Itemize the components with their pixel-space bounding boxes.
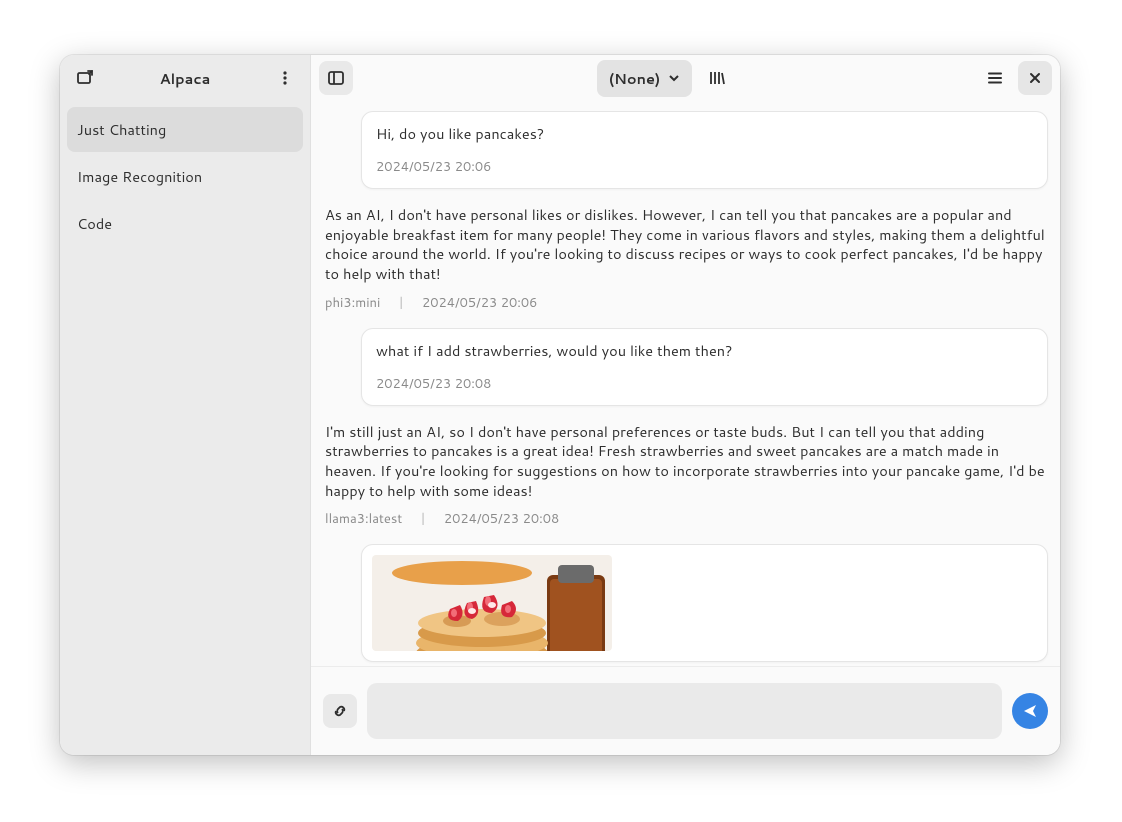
user-image-message	[361, 544, 1048, 662]
panel-left-icon	[327, 69, 345, 87]
user-message: Hi, do you like pancakes? 2024/05/23 20:…	[361, 111, 1048, 189]
new-chat-button[interactable]	[68, 61, 102, 95]
message-text: what if I add strawberries, would you li…	[376, 341, 1033, 361]
chat-scroll-area[interactable]: Hi, do you like pancakes? 2024/05/23 20:…	[311, 101, 1060, 666]
message-text: As an AI, I don't have personal likes or…	[325, 205, 1046, 283]
message-timestamp: 2024/05/23 20:08	[444, 510, 559, 528]
send-button[interactable]	[1012, 693, 1048, 729]
chevron-down-icon	[668, 72, 680, 84]
app-window: Alpaca Just Chatting Image Recognition C…	[60, 55, 1060, 755]
message-timestamp: 2024/05/23 20:08	[376, 375, 1033, 393]
close-window-button[interactable]	[1018, 61, 1052, 95]
new-chat-icon	[76, 69, 94, 87]
library-icon	[708, 69, 726, 87]
ai-message: I'm still just an AI, so I don't have pe…	[323, 422, 1048, 528]
library-button[interactable]	[700, 61, 734, 95]
model-selector-label: (None)	[609, 68, 661, 89]
message-input[interactable]	[367, 683, 1002, 739]
conversation-list: Just Chatting Image Recognition Code	[60, 101, 310, 252]
message-timestamp: 2024/05/23 20:06	[422, 294, 537, 312]
hamburger-icon	[986, 69, 1004, 87]
main-header: (None)	[311, 55, 1060, 101]
meta-separator: |	[398, 294, 404, 312]
meta-separator: |	[420, 510, 426, 528]
user-message: what if I add strawberries, would you li…	[361, 328, 1048, 406]
sidebar-menu-button[interactable]	[268, 61, 302, 95]
message-model: phi3:mini	[325, 294, 380, 312]
link-icon	[331, 702, 349, 720]
toggle-sidebar-button[interactable]	[319, 61, 353, 95]
sidebar-item-code[interactable]: Code	[67, 201, 303, 246]
message-timestamp: 2024/05/23 20:06	[376, 158, 1033, 176]
app-title: Alpaca	[108, 68, 262, 89]
message-model: llama3:latest	[325, 510, 402, 528]
attach-button[interactable]	[323, 694, 357, 728]
sidebar-item-label: Image Recognition	[77, 166, 202, 187]
sidebar-item-label: Just Chatting	[77, 119, 166, 140]
message-text: Hi, do you like pancakes?	[376, 124, 1033, 144]
message-meta: phi3:mini | 2024/05/23 20:06	[325, 294, 1046, 312]
attached-image	[372, 555, 612, 651]
model-selector[interactable]: (None)	[597, 60, 693, 97]
message-meta: llama3:latest | 2024/05/23 20:08	[325, 510, 1046, 528]
close-icon	[1028, 71, 1042, 85]
sidebar: Alpaca Just Chatting Image Recognition C…	[60, 55, 311, 755]
sidebar-item-just-chatting[interactable]: Just Chatting	[67, 107, 303, 152]
ai-message: As an AI, I don't have personal likes or…	[323, 205, 1048, 311]
send-icon	[1021, 702, 1039, 720]
sidebar-item-image-recognition[interactable]: Image Recognition	[67, 154, 303, 199]
message-text: I'm still just an AI, so I don't have pe…	[325, 422, 1046, 500]
main-pane: (None)	[311, 55, 1060, 755]
sidebar-header: Alpaca	[60, 55, 310, 101]
message-composer	[311, 666, 1060, 755]
kebab-icon	[277, 70, 293, 86]
sidebar-item-label: Code	[77, 213, 112, 234]
hamburger-menu-button[interactable]	[978, 61, 1012, 95]
